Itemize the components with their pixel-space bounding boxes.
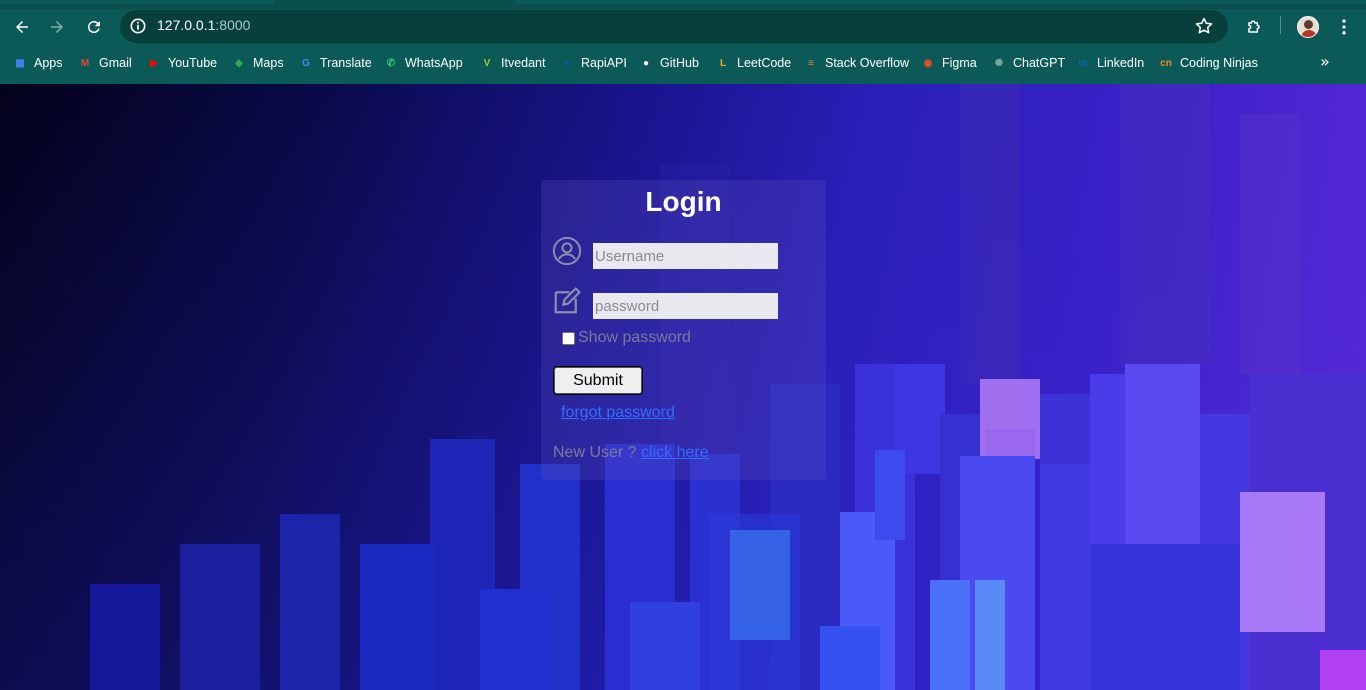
- whatsapp-icon: ✆: [386, 57, 396, 69]
- bookmark-label: GitHub: [660, 56, 699, 70]
- show-password-checkbox[interactable]: [562, 332, 575, 345]
- translate-icon: G: [302, 57, 310, 69]
- bookmark-leetcode[interactable]: L LeetCode: [715, 50, 791, 76]
- itvedant-icon: V: [483, 57, 491, 69]
- password-input[interactable]: [593, 293, 778, 319]
- rapiapi-icon: ◐: [563, 57, 571, 69]
- stackoverflow-icon: ≡: [808, 57, 814, 69]
- bookmark-label: LinkedIn: [1097, 56, 1145, 70]
- url-host: 127.0.0.1: [157, 17, 216, 33]
- back-button[interactable]: [8, 13, 36, 41]
- url-port: :8000: [215, 17, 251, 33]
- github-icon: ●: [642, 57, 650, 69]
- forgot-password-link[interactable]: forgot password: [561, 404, 675, 422]
- bookmark-rapiapi[interactable]: ◐ RapiAPI: [559, 50, 627, 76]
- apps-grid-icon: ▦: [15, 57, 25, 69]
- bookmark-label: WhatsApp: [405, 56, 463, 70]
- user-circle-icon: [552, 236, 582, 266]
- show-password-label: Show password: [578, 329, 691, 346]
- bookmark-label: Coding Ninjas: [1180, 56, 1258, 70]
- bookmark-itvedant[interactable]: V Itvedant: [479, 50, 546, 76]
- bookmark-label: LeetCode: [737, 56, 792, 70]
- bookmark-stack-overflow[interactable]: ≡ Stack Overflow: [803, 50, 909, 76]
- gmail-icon: M: [80, 57, 90, 69]
- site-info-icon[interactable]: [128, 16, 148, 36]
- bookmark-youtube[interactable]: ▶ YouTube: [146, 50, 217, 76]
- bookmark-github[interactable]: ● GitHub: [638, 50, 699, 76]
- reload-button[interactable]: [80, 13, 108, 41]
- arrow-right-icon: [51, 21, 63, 33]
- extensions-button[interactable]: [1240, 13, 1268, 41]
- browser-toolbar: 127.0.0.1:8000: [0, 9, 1366, 45]
- bookmark-star-icon[interactable]: [1194, 16, 1214, 36]
- chatgpt-icon: ✺: [994, 57, 1004, 69]
- bookmark-label: ChatGPT: [1013, 56, 1066, 70]
- address-bar[interactable]: 127.0.0.1:8000: [120, 10, 1228, 43]
- page-viewport: Login Show password Submit forgot passwo…: [0, 84, 1366, 690]
- bookmark-label: Translate: [320, 56, 372, 70]
- bookmark-gmail[interactable]: M Gmail: [77, 50, 132, 76]
- maps-icon: ◆: [235, 57, 243, 69]
- reload-icon: [87, 21, 100, 34]
- bookmark-label: Stack Overflow: [825, 56, 910, 70]
- browser-chrome: 127.0.0.1:8000 ▦ Apps M Gmail ▶ YouTube ◆ Maps G…: [0, 0, 1366, 84]
- bookmark-figma[interactable]: ◉ Figma: [920, 50, 977, 76]
- new-user-row: New User ? click here: [553, 444, 709, 462]
- more-bookmarks-icon[interactable]: »: [1320, 52, 1330, 71]
- bookmark-chatgpt[interactable]: ✺ ChatGPT: [991, 50, 1065, 76]
- bookmark-label: Itvedant: [501, 56, 546, 70]
- bookmark-label: Figma: [942, 56, 977, 70]
- tab-active[interactable]: [0, 0, 275, 4]
- bookmark-translate[interactable]: G Translate: [298, 50, 372, 76]
- username-input[interactable]: [593, 243, 778, 269]
- bookmark-label: Apps: [34, 56, 63, 70]
- figma-icon: ◉: [923, 57, 933, 69]
- login-card: Login Show password Submit forgot passwo…: [541, 180, 826, 480]
- bookmarks-bar: ▦ Apps M Gmail ▶ YouTube ◆ Maps G Translate ✆ Whats…: [0, 50, 1366, 76]
- bookmark-label: YouTube: [168, 56, 218, 70]
- bookmark-apps[interactable]: ▦ Apps: [12, 50, 63, 76]
- menu-button[interactable]: [1330, 13, 1358, 41]
- puzzle-icon: [1248, 20, 1260, 33]
- bookmark-label: Maps: [253, 56, 284, 70]
- login-title: Login: [645, 186, 722, 217]
- avatar: [1297, 16, 1319, 38]
- bookmark-maps[interactable]: ◆ Maps: [231, 50, 284, 76]
- bookmark-whatsapp[interactable]: ✆ WhatsApp: [383, 50, 463, 76]
- edit-pencil-icon: [554, 287, 581, 314]
- url-text: 127.0.0.1:8000: [157, 17, 250, 33]
- bookmark-label: RapiAPI: [581, 56, 627, 70]
- forward-button[interactable]: [43, 13, 71, 41]
- tab-inactive[interactable]: [515, 0, 1366, 4]
- submit-button[interactable]: Submit: [553, 366, 643, 395]
- arrow-left-icon: [16, 21, 28, 33]
- bookmark-coding-ninjas[interactable]: cn Coding Ninjas: [1158, 50, 1258, 76]
- linkedin-icon: in: [1078, 57, 1088, 69]
- new-user-text: New User ?: [553, 444, 642, 461]
- signup-link[interactable]: click here: [641, 444, 709, 461]
- toolbar-divider: [1280, 16, 1281, 34]
- tab-strip: [0, 0, 1366, 9]
- kebab-menu-icon: [1342, 19, 1346, 35]
- bookmark-label: Gmail: [99, 56, 132, 70]
- leetcode-icon: L: [719, 57, 727, 69]
- codingninjas-icon: cn: [1160, 57, 1172, 69]
- profile-button[interactable]: [1294, 13, 1322, 41]
- bookmark-linkedin[interactable]: in LinkedIn: [1075, 50, 1145, 76]
- youtube-icon: ▶: [150, 57, 158, 69]
